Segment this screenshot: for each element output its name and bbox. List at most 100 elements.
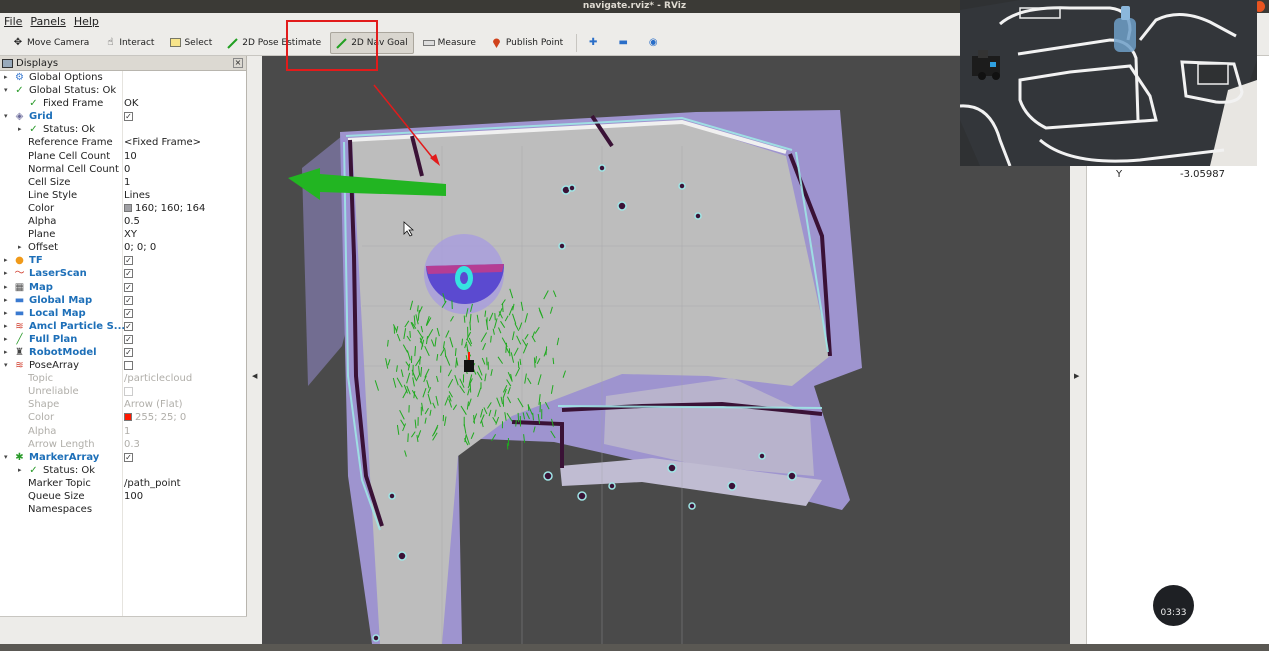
publish-point-tool[interactable]: Publish Point (485, 32, 569, 54)
enable-checkbox[interactable] (124, 269, 133, 279)
collapse-arrow-icon[interactable]: ▸ (4, 294, 8, 307)
collapse-arrow-icon[interactable]: ▸ (4, 254, 8, 267)
display-row-pose-alpha[interactable]: Alpha 1 (0, 425, 246, 438)
display-row-pose-topic[interactable]: Topic/particlecloud (0, 372, 246, 385)
map-render[interactable] (262, 56, 1070, 644)
display-row-robot-model[interactable]: ▸ ♜ RobotModel (0, 346, 246, 359)
display-value[interactable]: 10 (124, 150, 137, 163)
collapse-right-icon[interactable]: ▶ (1074, 372, 1079, 380)
display-row-cell-size[interactable]: Cell Size 1 (0, 176, 246, 189)
display-value[interactable]: 1 (124, 176, 130, 189)
display-row-line-style[interactable]: Line Style Lines (0, 189, 246, 202)
collapse-arrow-icon[interactable]: ▸ (4, 307, 8, 320)
display-row-grid-alpha[interactable]: Alpha 0.5 (0, 215, 246, 228)
enable-checkbox[interactable] (124, 347, 133, 357)
display-row-shape[interactable]: Shape Arrow (Flat) (0, 398, 246, 411)
display-row-grid-plane[interactable]: Plane XY (0, 228, 246, 241)
collapse-arrow-icon[interactable]: ▸ (18, 241, 22, 254)
display-row-plane-cell-count[interactable]: Plane Cell Count 10 (0, 150, 246, 163)
display-row-unreliable[interactable]: Unreliable (0, 385, 246, 398)
collapse-arrow-icon[interactable]: ▸ (4, 346, 8, 359)
select-tool[interactable]: Select (163, 32, 218, 54)
display-value[interactable]: 0.5 (124, 215, 140, 228)
display-row-map[interactable]: ▸ ▦ Map (0, 281, 246, 294)
collapse-arrow-icon[interactable]: ▸ (18, 464, 22, 477)
display-row-reference-frame[interactable]: Reference Frame <Fixed Frame> (0, 136, 246, 149)
display-row-namespaces[interactable]: Namespaces (0, 503, 246, 516)
menu-help[interactable]: Help (74, 15, 99, 28)
display-value[interactable]: Lines (124, 189, 150, 202)
display-row-marker-topic[interactable]: Marker Topic/path_point (0, 477, 246, 490)
move-camera-tool[interactable]: ✥ Move Camera (6, 32, 95, 54)
expand-arrow-icon[interactable]: ▾ (4, 359, 8, 372)
display-value[interactable]: 255; 25; 0 (124, 411, 186, 424)
display-row-normal-cell-count[interactable]: Normal Cell Count 0 (0, 163, 246, 176)
collapse-left-icon[interactable]: ◀ (252, 372, 257, 380)
display-row-marker-array[interactable]: ▾ ✱ MarkerArray (0, 451, 246, 464)
collapse-arrow-icon[interactable]: ▸ (4, 267, 8, 280)
display-value[interactable]: OK (124, 97, 138, 110)
display-row-grid-color[interactable]: Color 160; 160; 164 (0, 202, 246, 215)
display-row-pose-array[interactable]: ▾ ≋ PoseArray (0, 359, 246, 372)
display-value[interactable]: /particlecloud (124, 372, 192, 385)
expand-arrow-icon[interactable]: ▾ (4, 110, 8, 123)
close-panel-icon[interactable]: × (233, 58, 243, 68)
enable-checkbox[interactable] (124, 361, 133, 371)
display-value[interactable]: 0; 0; 0 (124, 241, 156, 254)
collapse-arrow-icon[interactable]: ▸ (4, 333, 8, 346)
display-row-arrow-length[interactable]: Arrow Length 0.3 (0, 438, 246, 451)
display-key: Alpha (28, 216, 57, 228)
particle-arrow (454, 348, 457, 356)
display-row-global-options[interactable]: ▸ ⚙ Global Options (0, 71, 246, 84)
display-value[interactable]: 0 (124, 163, 130, 176)
display-value[interactable]: /path_point (124, 477, 181, 490)
expand-arrow-icon[interactable]: ▾ (4, 451, 8, 464)
menu-panels[interactable]: Panels (30, 15, 65, 28)
enable-checkbox[interactable] (124, 321, 133, 331)
display-row-marker-status[interactable]: ▸ ✓ Status: Ok (0, 464, 246, 477)
display-row-global-map[interactable]: ▸ ▬ Global Map (0, 294, 246, 307)
display-row-grid[interactable]: ▾ ◈ Grid (0, 110, 246, 123)
enable-checkbox[interactable] (124, 112, 133, 122)
display-value[interactable]: Arrow (Flat) (124, 398, 183, 411)
display-row-fixed-frame[interactable]: ✓ Fixed Frame OK (0, 97, 246, 110)
display-value[interactable]: 0.3 (124, 438, 140, 451)
display-row-global-status[interactable]: ▾ ✓ Global Status: Ok (0, 84, 246, 97)
display-row-queue-size[interactable]: Queue Size 100 (0, 490, 246, 503)
enable-checkbox[interactable] (124, 334, 133, 344)
collapse-arrow-icon[interactable]: ▸ (18, 123, 22, 136)
display-row-laserscan[interactable]: ▸ 〜 LaserScan (0, 267, 246, 280)
display-value[interactable]: 1 (124, 425, 130, 438)
menu-file[interactable]: File (4, 15, 22, 28)
collapse-arrow-icon[interactable]: ▸ (4, 281, 8, 294)
display-value[interactable]: 160; 160; 164 (124, 202, 205, 215)
display-row-grid-offset[interactable]: ▸ Offset 0; 0; 0 (0, 241, 246, 254)
display-value[interactable]: XY (124, 228, 137, 241)
enable-checkbox[interactable] (124, 387, 133, 397)
display-row-pose-color[interactable]: Color 255; 25; 0 (0, 411, 246, 424)
display-row-local-map[interactable]: ▸ ▬ Local Map (0, 307, 246, 320)
expand-arrow-icon[interactable]: ▾ (4, 84, 8, 97)
collapse-arrow-icon[interactable]: ▸ (4, 320, 8, 333)
remove-tool-button[interactable]: ▬ (611, 32, 638, 54)
view-property-row[interactable]: Y -3.05987 (1087, 169, 1269, 182)
enable-checkbox[interactable] (124, 256, 133, 266)
measure-tool[interactable]: Measure (417, 32, 482, 54)
tool-label: Measure (437, 37, 476, 48)
display-row-amcl-particle-swarm[interactable]: ▸ ≋ Amcl Particle S... (0, 320, 246, 333)
enable-checkbox[interactable] (124, 308, 133, 318)
interact-tool[interactable]: ☝ Interact (98, 32, 160, 54)
enable-checkbox[interactable] (124, 295, 133, 305)
display-row-tf[interactable]: ▸ ● TF (0, 254, 246, 267)
tool-properties-button[interactable]: ◉ (641, 32, 668, 54)
add-tool-button[interactable]: ✚ (581, 32, 608, 54)
enable-checkbox[interactable] (124, 282, 133, 292)
display-row-grid-status[interactable]: ▸ ✓ Status: Ok (0, 123, 246, 136)
enable-checkbox[interactable] (124, 452, 133, 462)
collapse-arrow-icon[interactable]: ▸ (4, 71, 8, 84)
3d-viewport[interactable] (262, 56, 1070, 644)
left-splitter[interactable]: ◀ (247, 56, 262, 644)
display-row-full-plan[interactable]: ▸ ╱ Full Plan (0, 333, 246, 346)
display-value[interactable]: 100 (124, 490, 143, 503)
display-value[interactable]: <Fixed Frame> (124, 136, 201, 149)
